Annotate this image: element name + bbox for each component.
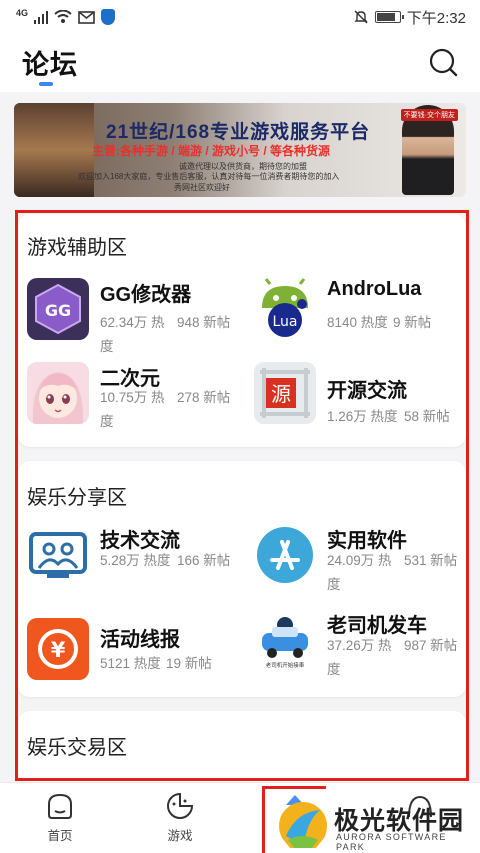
status-time: 下午2:32 (406, 9, 466, 27)
highlight-frame (15, 210, 469, 781)
banner-subtitle: 主营:各种手游 / 端游 / 游戏小号 / 等各种货源 (92, 144, 331, 158)
banner-line-3: 秀网社区欢迎好 (174, 183, 230, 192)
game-icon (167, 792, 194, 819)
mute-icon (354, 10, 368, 24)
signal-icon (34, 10, 49, 24)
network-type: 4G (16, 8, 29, 18)
search-icon[interactable] (428, 47, 460, 79)
banner-character-art (14, 103, 94, 197)
security-shield-icon (101, 9, 116, 25)
home-icon (48, 793, 72, 819)
nav-games[interactable]: 游戏 (150, 791, 210, 844)
nav-home[interactable]: 首页 (30, 791, 90, 844)
aurora-logo-icon (279, 802, 327, 848)
title-indicator (39, 82, 53, 86)
status-bar: 4G 下午2:32 (0, 0, 480, 34)
watermark-subtitle: AURORA SOFTWARE PARK (336, 832, 447, 852)
header: 论坛 (0, 34, 480, 92)
banner-tag: 不要钱·交个朋友 (400, 109, 458, 121)
nav-label: 首页 (47, 829, 73, 843)
wifi-icon (54, 10, 72, 23)
banner-title: 21世纪/168专业游戏服务平台 (106, 122, 371, 143)
watermark: 极光软件园 AURORA SOFTWARE PARK (276, 800, 472, 852)
mail-icon (78, 10, 95, 24)
promo-banner[interactable]: 21世纪/168专业游戏服务平台 主营:各种手游 / 端游 / 游戏小号 / 等… (14, 103, 466, 197)
banner-line-2: 欢迎加入168大家庭，专业售后客服，认真对待每一位消费者期待您的加入 (78, 172, 340, 181)
page-title: 论坛 (22, 50, 78, 80)
nav-label: 游戏 (167, 829, 193, 843)
battery-icon (374, 11, 404, 23)
